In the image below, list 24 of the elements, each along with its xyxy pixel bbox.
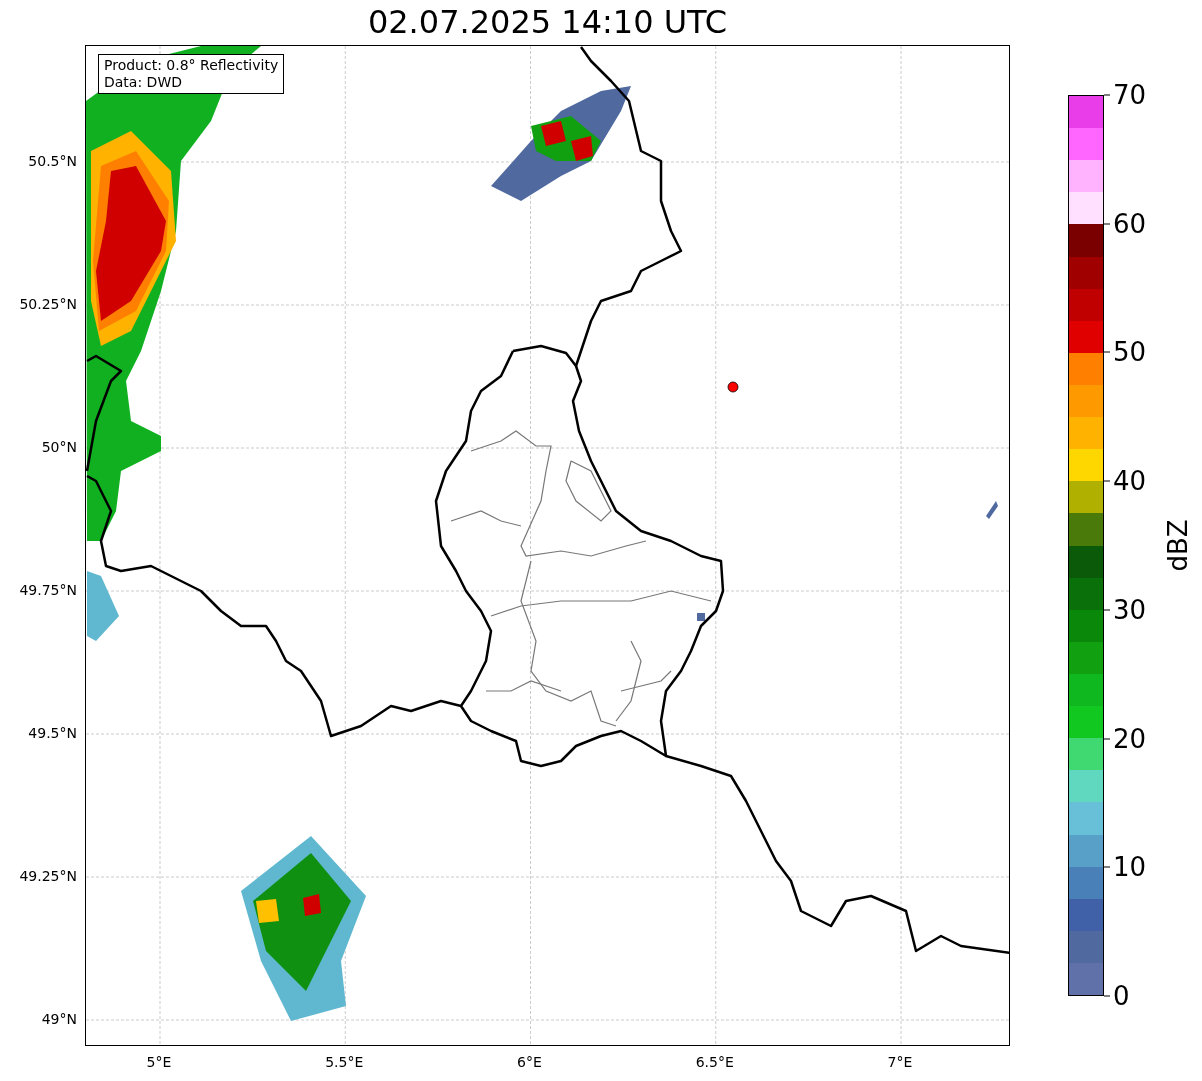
axis-tick-label: 50.5°N	[28, 151, 77, 171]
chart-title: 02.07.2025 14:10 UTC	[366, 2, 729, 43]
axis-tick-label: 6.5°E	[695, 1053, 734, 1072]
axis-tick-label: 49.75°N	[19, 580, 77, 600]
info-text: Data: DWD	[104, 74, 183, 91]
axis-tick-label: 5.5°E	[325, 1053, 364, 1072]
colorbar-tick-label: 40	[1113, 464, 1147, 498]
info-text: Product: 0.8° Reflectivity	[104, 57, 279, 74]
colorbar-tick-label: 60	[1113, 207, 1147, 241]
colorbar-label: dBZ	[1161, 519, 1194, 572]
axis-tick-label: 49.25°N	[19, 866, 77, 886]
colorbar-tick-label: 10	[1113, 850, 1147, 884]
axis-tick-label: 6°E	[517, 1053, 542, 1072]
axis-tick-label: 5°E	[146, 1053, 172, 1072]
colorbar-tick-label: 30	[1113, 593, 1147, 627]
axis-tick-label: 7°E	[887, 1053, 913, 1072]
colorbar-tick-label: 50	[1113, 335, 1147, 369]
axis-tick-label: 49.5°N	[28, 723, 77, 743]
axis-tick-label: 49°N	[41, 1009, 77, 1029]
axis-tick-label: 50°N	[41, 437, 77, 457]
colorbar-tick-label: 70	[1113, 78, 1147, 112]
colorbar-tick-label: 0	[1113, 979, 1130, 1013]
colorbar-tick-label: 20	[1113, 722, 1147, 756]
axis-tick-label: 50.25°N	[19, 294, 77, 314]
